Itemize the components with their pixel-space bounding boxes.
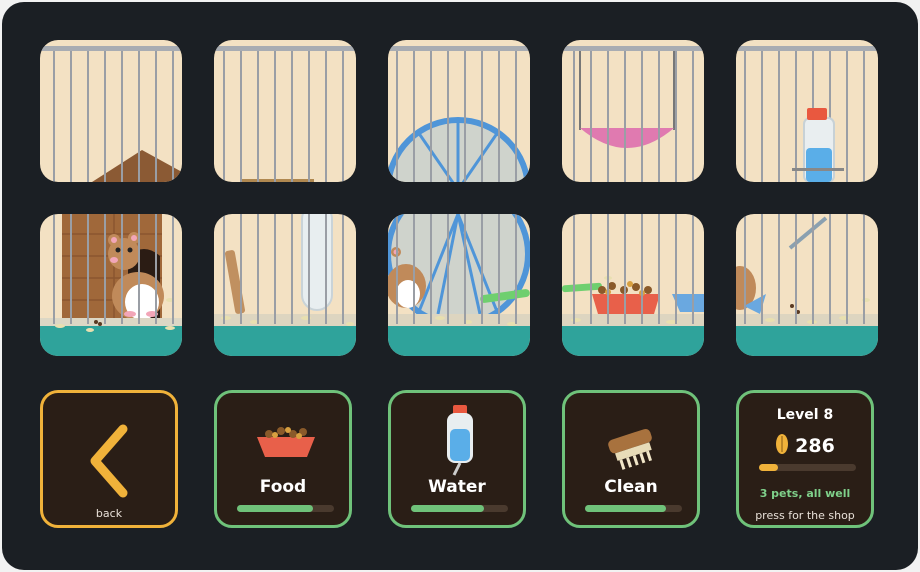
cage-tile-wheel-top[interactable] (388, 40, 530, 182)
cage-tile-hamster-house[interactable] (40, 214, 182, 356)
food-bowl-icon (257, 427, 315, 457)
water-level-fill (411, 505, 484, 512)
cage-tile-tube[interactable] (214, 214, 356, 356)
chevron-left-icon (90, 424, 128, 498)
food-level-bar (237, 505, 334, 512)
coin-count: 286 (795, 435, 835, 457)
cage-tile-house-roof[interactable] (40, 40, 182, 182)
status-shop-button[interactable]: Level 8 286 3 pets, all well press for t… (736, 390, 874, 528)
seed-icon (776, 434, 789, 454)
water-bottle-icon (447, 405, 473, 476)
cage-tile-water-bottle[interactable] (736, 40, 878, 182)
food-level-fill (237, 505, 313, 512)
cage-tile-empty[interactable] (214, 40, 356, 182)
water-level-bar (411, 505, 508, 512)
pets-status: 3 pets, all well (759, 487, 851, 500)
cage-tile-food-bowl[interactable] (562, 214, 704, 356)
water-label: Water (428, 477, 486, 497)
xp-progress-bar (759, 464, 856, 471)
water-button[interactable]: Water (388, 390, 526, 528)
stream-deck: back Food Water Clean Level 8 286 3 pets… (2, 2, 918, 570)
cage-tile-wheel-hamster[interactable] (388, 214, 530, 356)
shop-hint: press for the shop (755, 509, 855, 522)
clean-level-fill (585, 505, 666, 512)
clean-level-bar (585, 505, 682, 512)
back-button[interactable]: back (40, 390, 178, 528)
back-label: back (95, 507, 123, 520)
xp-progress-fill (759, 464, 779, 471)
food-label: Food (259, 477, 307, 497)
food-button[interactable]: Food (214, 390, 352, 528)
level-label: Level 8 (776, 407, 834, 423)
clean-button[interactable]: Clean (562, 390, 700, 528)
clean-label: Clean (604, 477, 658, 497)
brush-icon (608, 428, 652, 470)
cage-tile-hammock[interactable] (562, 40, 704, 182)
cage-tile-hamster-corner[interactable] (736, 214, 878, 356)
